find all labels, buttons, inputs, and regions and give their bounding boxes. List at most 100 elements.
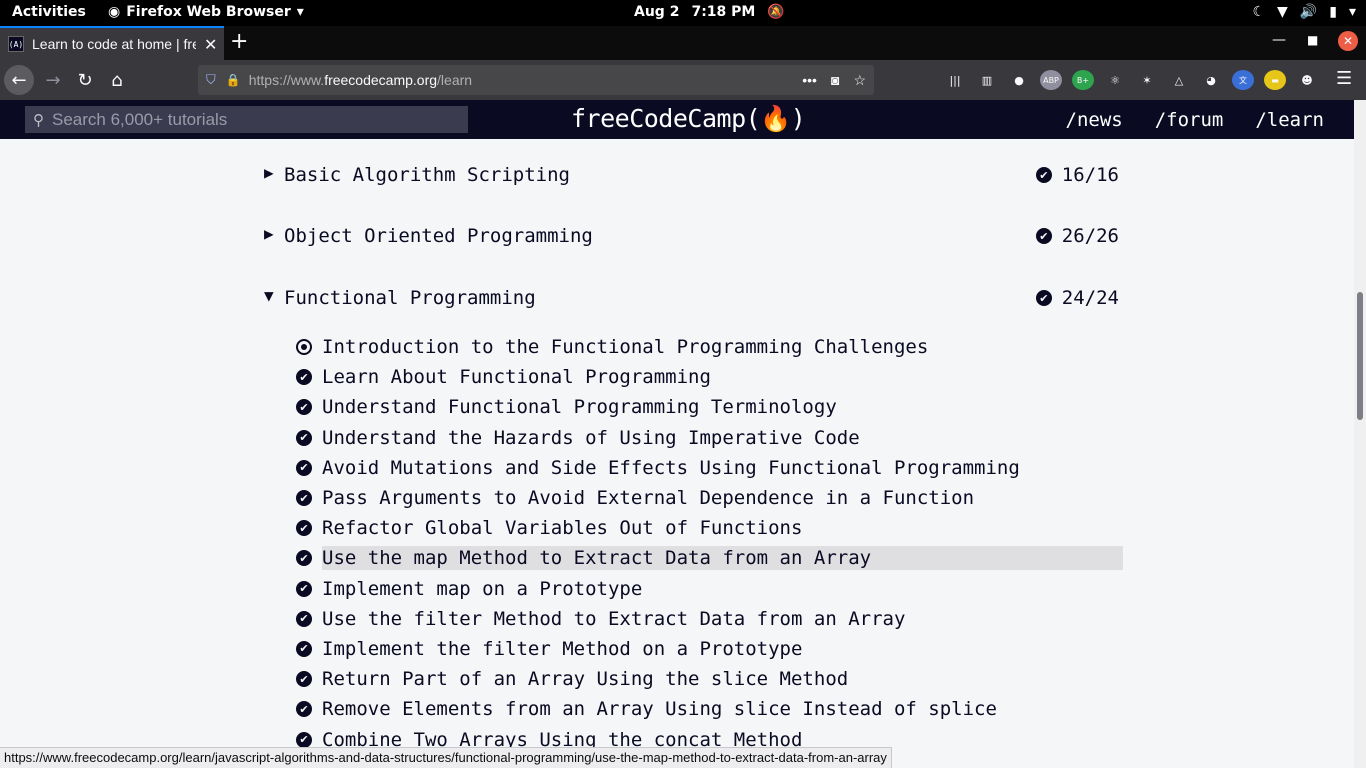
url-bar[interactable]: ⛉ 🔒 https://www. freecodecamp.org /learn… — [198, 65, 874, 95]
challenge-title[interactable]: Understand Functional Programming Termin… — [322, 396, 841, 418]
adblock-plus-icon[interactable]: ABP — [1040, 70, 1062, 90]
challenge-title[interactable]: Remove Elements from an Array Using slic… — [322, 698, 1001, 720]
challenge-title[interactable]: Learn About Functional Programming — [322, 366, 715, 388]
challenge-item[interactable]: ✔ Implement map on a Prototype — [296, 574, 1123, 604]
search-input[interactable]: ⚲ Search 6,000+ tutorials — [25, 106, 468, 133]
challenge-title[interactable]: Implement map on a Prototype — [322, 578, 646, 600]
react-devtools-icon[interactable]: ⚛ — [1104, 70, 1126, 90]
expanded-arrow-icon: ▼ — [264, 286, 274, 305]
check-circle-icon: ✔ — [296, 731, 322, 748]
close-tab-icon[interactable]: ✕ — [204, 35, 217, 54]
curriculum-content: ▶ Basic Algorithm Scripting ✔ 16/16 ▶ Ob… — [0, 139, 1354, 768]
reload-button[interactable]: ↻ — [70, 65, 100, 95]
url-path: /learn — [437, 72, 473, 88]
maximize-window-button[interactable]: ■ — [1307, 33, 1318, 47]
bookmark-star-icon[interactable]: ☆ — [853, 72, 866, 89]
octopus-extension-icon[interactable]: ✶ — [1136, 70, 1158, 90]
check-circle-icon: ✔ — [1035, 167, 1052, 183]
pocket-icon[interactable]: ◙ — [831, 72, 839, 89]
night-light-icon: ☾ — [1252, 4, 1266, 20]
nav-link-news[interactable]: /news — [1066, 109, 1123, 131]
notifications-muted-icon: 🔕 — [767, 4, 785, 20]
page-scrollbar[interactable] — [1354, 100, 1366, 768]
challenge-item[interactable]: ✔ Learn About Functional Programming — [296, 362, 1123, 392]
yellow-extension-icon[interactable]: ▬ — [1264, 70, 1286, 90]
challenge-item[interactable]: ✔ Use the filter Method to Extract Data f… — [296, 604, 1123, 634]
tracking-protection-shield-icon[interactable]: ⛉ — [206, 72, 216, 88]
new-tab-button[interactable]: + — [230, 29, 248, 54]
chevron-down-icon: ▾ — [296, 4, 304, 20]
wifi-icon: ▼ — [1277, 4, 1288, 20]
challenge-title[interactable]: Implement the filter Method on a Prototy… — [322, 638, 806, 660]
tab-title: Learn to code at home | fre — [32, 36, 196, 52]
block-title[interactable]: Basic Algorithm Scripting — [284, 164, 570, 186]
check-circle-icon: ✔ — [296, 701, 322, 718]
owl-extension-icon[interactable]: ◕ — [1200, 70, 1222, 90]
challenge-item[interactable]: ✔ Implement the filter Method on a Protot… — [296, 634, 1123, 664]
hamburger-menu-icon[interactable]: ☰ — [1336, 68, 1352, 89]
close-window-button[interactable]: ✕ — [1338, 31, 1358, 51]
challenge-item[interactable]: ✔ Return Part of an Array Using the slice… — [296, 664, 1123, 694]
check-circle-icon: ✔ — [296, 399, 322, 416]
challenge-title[interactable]: Introduction to the Functional Programmi… — [322, 336, 932, 358]
challenge-item[interactable]: ✔ Pass Arguments to Avoid External Depend… — [296, 483, 1123, 513]
progress-count: 26/26 — [1061, 225, 1119, 247]
url-prefix: https://www. — [248, 72, 325, 88]
lock-icon[interactable]: 🔒 — [226, 73, 241, 87]
challenge-title[interactable]: Use the map Method to Extract Data from … — [322, 546, 1123, 571]
challenge-item[interactable]: Introduction to the Functional Programmi… — [296, 332, 1123, 362]
block-functional-programming[interactable]: ▼ Functional Programming ✔ 24/24 — [264, 285, 1119, 315]
check-circle-icon: ✔ — [296, 429, 322, 446]
page-actions-icon[interactable]: ••• — [802, 72, 817, 89]
block-progress: ✔ 24/24 — [1035, 287, 1119, 309]
challenge-title[interactable]: Return Part of an Array Using the slice … — [322, 668, 852, 690]
block-basic-algorithm-scripting[interactable]: ▶ Basic Algorithm Scripting ✔ 16/16 — [264, 162, 1119, 192]
bplus-icon[interactable]: B+ — [1072, 70, 1094, 90]
challenge-title[interactable]: Avoid Mutations and Side Effects Using F… — [322, 457, 1024, 479]
time: 7:18 PM — [691, 4, 756, 20]
ghost-extension-icon[interactable]: ☻ — [1296, 70, 1318, 90]
challenge-item[interactable]: ✔ Understand the Hazards of Using Imperat… — [296, 423, 1123, 453]
home-button[interactable]: ⌂ — [102, 65, 132, 95]
challenge-item[interactable]: ✔ Understand Functional Programming Termi… — [296, 392, 1123, 422]
app-name: Firefox Web Browser — [126, 4, 291, 20]
triangle-extension-icon[interactable]: △ — [1168, 70, 1190, 90]
challenge-title[interactable]: Pass Arguments to Avoid External Depende… — [322, 487, 978, 509]
check-circle-icon: ✔ — [296, 459, 322, 476]
block-title[interactable]: Object Oriented Programming — [284, 225, 593, 247]
nav-link-forum[interactable]: /forum — [1155, 109, 1224, 131]
nav-link-learn[interactable]: /learn — [1255, 109, 1324, 131]
progress-count: 24/24 — [1061, 287, 1119, 309]
translate-icon[interactable]: 文 — [1232, 70, 1254, 90]
fcc-nav: /news /forum /learn — [1066, 109, 1324, 131]
forward-button[interactable]: → — [38, 65, 68, 95]
check-circle-icon: ✔ — [1035, 228, 1052, 244]
back-button[interactable]: ← — [4, 65, 34, 95]
url-host: freecodecamp.org — [324, 72, 438, 88]
scrollbar-thumb[interactable] — [1357, 292, 1363, 420]
progress-count: 16/16 — [1061, 164, 1119, 186]
challenge-item[interactable]: ✔ Use the map Method to Extract Data from… — [296, 543, 1123, 573]
activities-button[interactable]: Activities — [12, 4, 86, 20]
browser-tab[interactable]: (A) Learn to code at home | fre ✕ — [0, 26, 224, 60]
account-icon[interactable]: ● — [1008, 70, 1030, 90]
toolbar-extension-icons: ||| ▥ ● ABP B+ ⚛ ✶ △ ◕ 文 ▬ ☻ — [944, 70, 1318, 90]
app-menu[interactable]: ◉ Firefox Web Browser ▾ — [108, 4, 304, 20]
minimize-window-button[interactable]: — — [1272, 32, 1286, 48]
challenge-item[interactable]: ✔ Refactor Global Variables Out of Functi… — [296, 513, 1123, 543]
challenge-title[interactable]: Refactor Global Variables Out of Functio… — [322, 517, 806, 539]
challenge-title[interactable]: Use the filter Method to Extract Data fr… — [322, 608, 909, 630]
block-title[interactable]: Functional Programming — [284, 287, 536, 309]
firefox-icon: ◉ — [108, 4, 121, 20]
challenge-item[interactable]: ✔ Remove Elements from an Array Using sli… — [296, 694, 1123, 724]
challenge-title[interactable]: Understand the Hazards of Using Imperati… — [322, 427, 864, 449]
system-tray[interactable]: ☾ ▼ 🔊 ▮ ▾ — [1252, 4, 1356, 20]
fcc-logo[interactable]: freeCodeCamp(🔥) — [571, 104, 806, 134]
challenge-list: Introduction to the Functional Programmi… — [296, 332, 1123, 755]
challenge-item[interactable]: ✔ Avoid Mutations and Side Effects Using … — [296, 453, 1123, 483]
clock[interactable]: Aug 2 7:18 PM 🔕 — [634, 4, 785, 20]
reader-view-icon[interactable]: ▥ — [976, 70, 998, 90]
favicon-icon: (A) — [8, 36, 24, 52]
library-icon[interactable]: ||| — [944, 70, 966, 90]
block-object-oriented-programming[interactable]: ▶ Object Oriented Programming ✔ 26/26 — [264, 223, 1119, 253]
